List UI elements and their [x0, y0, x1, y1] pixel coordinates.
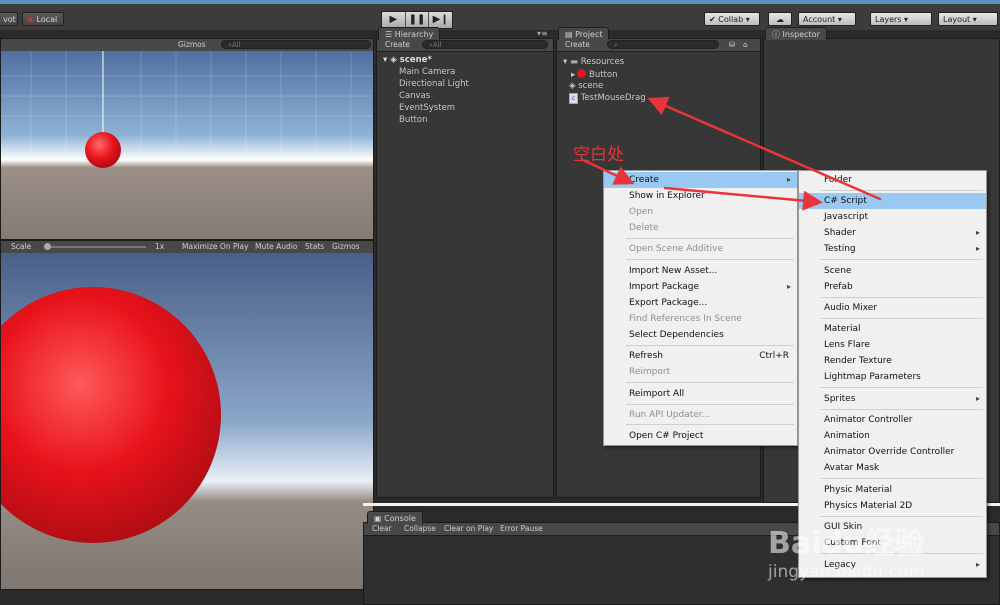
watermark-url: jingyan.baidu.com	[768, 562, 925, 582]
arrow-to-testmousedrag	[647, 96, 882, 201]
arrow-to-create	[581, 158, 635, 185]
watermark-logo: Baidu经验	[768, 526, 925, 561]
annotation-arrows	[581, 96, 882, 211]
arrow-to-csharp-script	[663, 186, 823, 211]
